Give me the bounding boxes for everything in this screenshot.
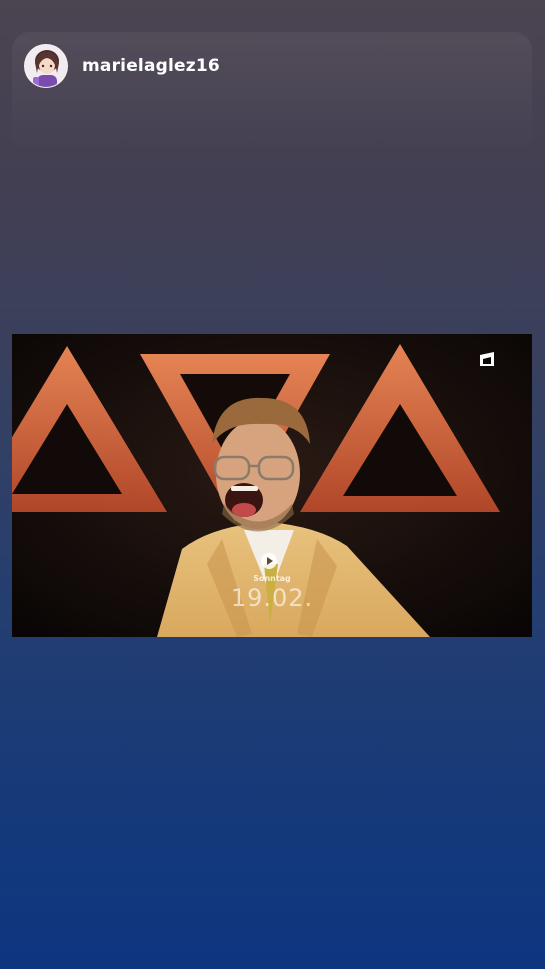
story-viewer[interactable]: marielaglez16 Sonntag 19.02. (0, 0, 545, 969)
username[interactable]: marielaglez16 (82, 56, 220, 76)
avatar[interactable] (24, 44, 68, 88)
watermark-day: Sonntag (253, 574, 291, 583)
channel-logo-icon (480, 352, 494, 366)
story-header: marielaglez16 (24, 44, 220, 88)
video-frame[interactable]: Sonntag 19.02. (12, 334, 532, 637)
play-icon (261, 553, 277, 569)
watermark-date: 19.02. (230, 584, 314, 612)
